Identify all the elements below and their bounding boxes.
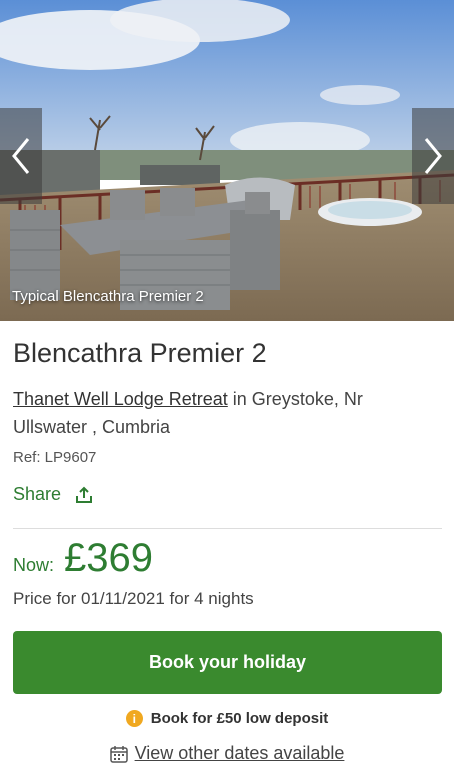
deposit-text: Book for £50 low deposit — [150, 710, 329, 727]
price-value: £369 — [64, 536, 153, 580]
photo-caption: Typical Blencathra Premier 2 — [12, 288, 204, 305]
share-label: Share — [13, 484, 62, 504]
photo-gallery[interactable]: Typical Blencathra Premier 2 — [0, 0, 454, 321]
chevron-left-icon — [12, 138, 30, 174]
info-icon: i — [125, 710, 143, 727]
previous-photo-button[interactable] — [0, 108, 42, 204]
price-row: Now: £369 — [13, 536, 153, 581]
property-location: Thanet Well Lodge Retreat in Greystoke, … — [13, 385, 433, 441]
next-photo-button[interactable] — [412, 108, 454, 204]
divider — [13, 528, 442, 529]
property-ref: Ref: LP9607 — [13, 449, 97, 466]
other-dates-link[interactable]: View other dates available — [135, 743, 345, 764]
now-label: Now: — [13, 555, 55, 575]
book-holiday-button[interactable]: Book your holiday — [13, 631, 442, 694]
gallery-photo — [0, 0, 454, 321]
property-title: Blencathra Premier 2 — [13, 338, 267, 368]
deposit-note: i Book for £50 low deposit — [0, 710, 454, 727]
chevron-right-icon — [424, 138, 442, 174]
other-dates[interactable]: View other dates available — [0, 743, 454, 764]
share-icon — [76, 486, 93, 503]
share-button[interactable]: Share — [13, 484, 93, 505]
calendar-icon — [109, 745, 128, 763]
park-link[interactable]: Thanet Well Lodge Retreat — [13, 389, 228, 409]
price-note: Price for 01/11/2021 for 4 nights — [13, 589, 254, 608]
